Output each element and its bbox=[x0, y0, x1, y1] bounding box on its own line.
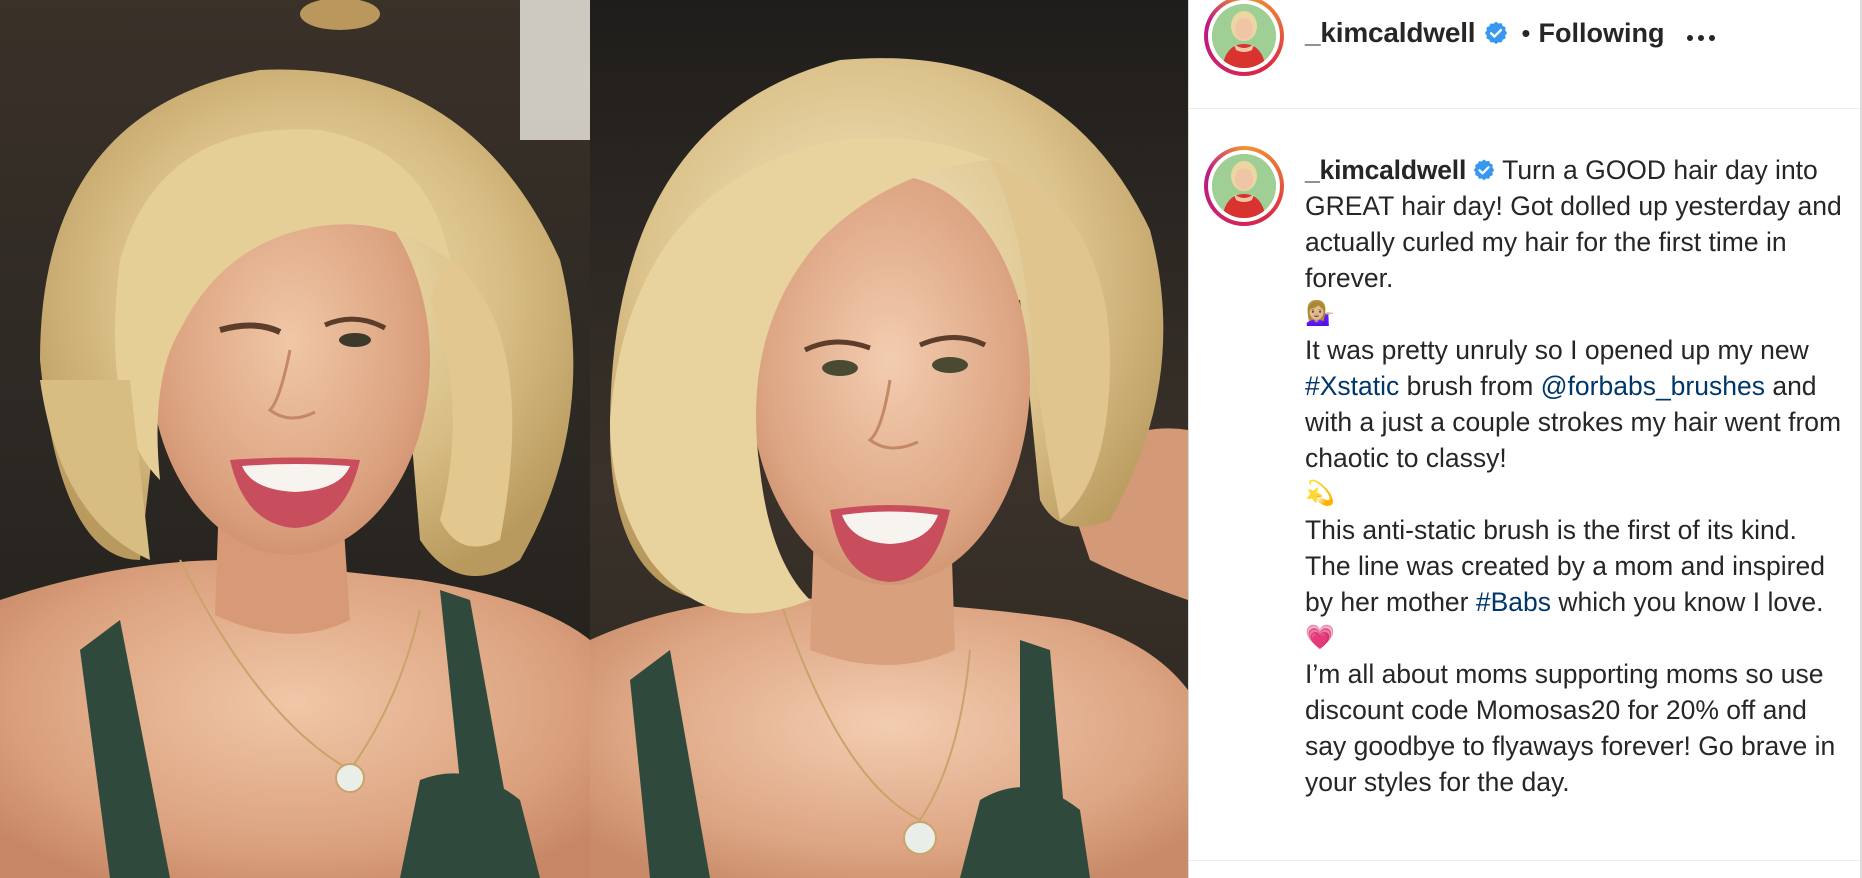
avatar-ring-gap bbox=[1208, 0, 1280, 72]
panel-divider bbox=[1189, 860, 1861, 861]
caption-text: which you know I love. bbox=[1551, 587, 1824, 617]
caption-username[interactable]: _kimcaldwell bbox=[1305, 155, 1466, 185]
post-details-panel: _kimcaldwell • Following _kimcaldwell Tu… bbox=[1188, 0, 1862, 878]
avatar-ring-gap bbox=[1208, 150, 1280, 222]
hashtag-link[interactable]: #Babs bbox=[1476, 587, 1551, 617]
post-media-collage[interactable] bbox=[0, 0, 1188, 878]
header-separator: • bbox=[1521, 17, 1531, 48]
caption-paragraph: It was pretty unruly so I opened up my n… bbox=[1305, 332, 1845, 476]
avatar-photo bbox=[1212, 154, 1276, 218]
caption-body: Turn a GOOD hair day into GREAT hair day… bbox=[1305, 155, 1845, 800]
instagram-post-view: _kimcaldwell • Following _kimcaldwell Tu… bbox=[0, 0, 1862, 878]
more-dot bbox=[1698, 35, 1704, 41]
avatar-image bbox=[1212, 4, 1276, 68]
post-header: _kimcaldwell • Following bbox=[1189, 0, 1861, 109]
more-options-icon[interactable] bbox=[1679, 28, 1723, 48]
post-photo-left bbox=[0, 0, 590, 878]
hashtag-link[interactable]: #Xstatic bbox=[1305, 371, 1399, 401]
avatar-image bbox=[1212, 154, 1276, 218]
post-caption: _kimcaldwell Turn a GOOD hair day into G… bbox=[1305, 152, 1845, 800]
caption-text: It was pretty unruly so I opened up my n… bbox=[1305, 335, 1809, 365]
caption-paragraph: This anti-static brush is the first of i… bbox=[1305, 512, 1845, 620]
post-photo-right bbox=[590, 0, 1188, 878]
author-username[interactable]: _kimcaldwell bbox=[1305, 17, 1476, 49]
comments-scroll-area[interactable]: _kimcaldwell Turn a GOOD hair day into G… bbox=[1189, 108, 1861, 860]
caption-paragraph: I’m all about moms supporting moms so us… bbox=[1305, 656, 1845, 800]
selfie-photo-left bbox=[0, 0, 590, 878]
more-dot bbox=[1687, 35, 1693, 41]
mention-link[interactable]: @forbabs_brushes bbox=[1541, 371, 1765, 401]
avatar-photo bbox=[1212, 4, 1276, 68]
selfie-photo-right bbox=[590, 0, 1188, 878]
caption-author-avatar[interactable] bbox=[1204, 146, 1284, 226]
author-avatar[interactable] bbox=[1204, 0, 1284, 76]
caption-text: brush from bbox=[1399, 371, 1541, 401]
caption-emoji: 💫 bbox=[1305, 480, 1335, 507]
post-header-line: _kimcaldwell • Following bbox=[1305, 14, 1664, 52]
verified-badge-icon bbox=[1472, 158, 1496, 182]
following-button[interactable]: Following bbox=[1538, 18, 1664, 49]
caption-emoji: 💁🏼‍♀️ bbox=[1305, 300, 1335, 327]
caption-emoji: 💗 bbox=[1305, 624, 1335, 651]
verified-badge-icon bbox=[1483, 20, 1509, 46]
more-dot bbox=[1709, 35, 1715, 41]
caption-text: I’m all about moms supporting moms so us… bbox=[1305, 659, 1836, 797]
